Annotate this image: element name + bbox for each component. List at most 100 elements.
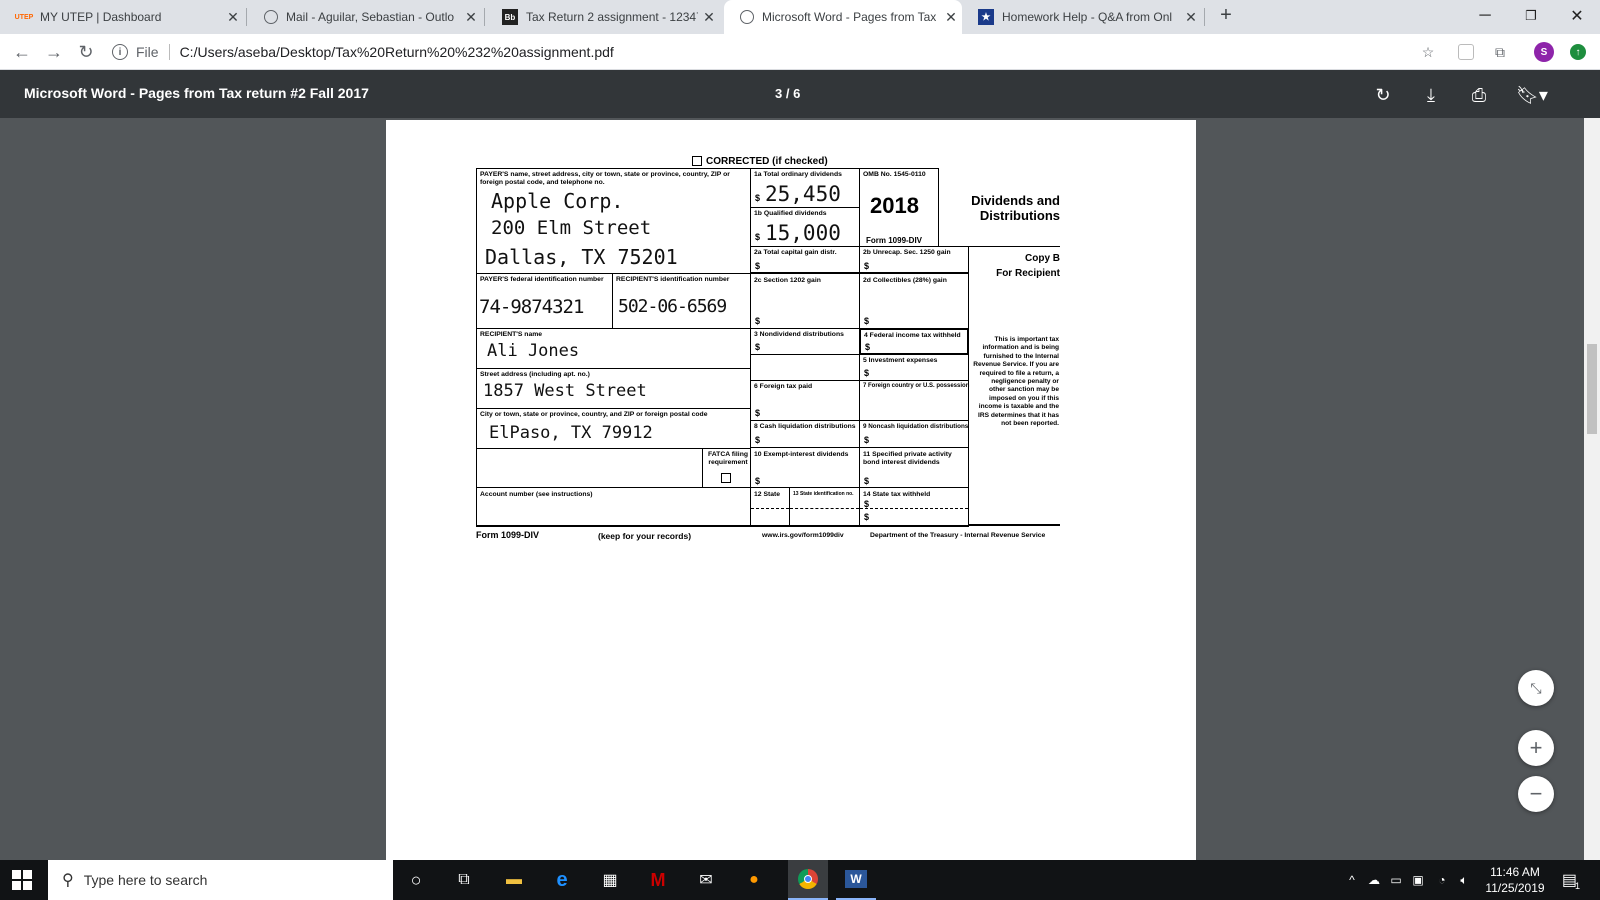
- dollar-sign: $: [755, 232, 761, 242]
- url-bar[interactable]: i File C:/Users/aseba/Desktop/Tax%20Retu…: [112, 39, 1422, 65]
- close-icon[interactable]: ✕: [698, 9, 720, 26]
- close-icon[interactable]: ✕: [460, 9, 482, 26]
- rotate-icon[interactable]: ↻: [1370, 82, 1396, 108]
- tab-title: Microsoft Word - Pages from Tax: [762, 10, 937, 24]
- cortana-icon[interactable]: ○: [404, 868, 428, 892]
- form-1099-div: CORRECTED (if checked) PAYER'S name, str…: [470, 156, 1070, 556]
- file-explorer-icon[interactable]: ▬: [502, 868, 526, 892]
- city-label: City or town, state or province, country…: [480, 411, 708, 418]
- scroll-thumb[interactable]: [1587, 344, 1597, 434]
- box-3: 3 Nondividend distributions $: [750, 328, 860, 355]
- dollar-sign: $: [755, 435, 761, 445]
- zoom-out-button[interactable]: −: [1518, 776, 1554, 812]
- box-1b-value: 15,000: [765, 221, 841, 245]
- new-tab-button[interactable]: +: [1214, 4, 1238, 30]
- account-label: Account number (see instructions): [480, 491, 593, 498]
- bookmark-menu-icon[interactable]: 🔖︎▾: [1512, 82, 1552, 108]
- close-icon[interactable]: ✕: [222, 9, 244, 26]
- chevron-up-icon[interactable]: ^: [1344, 860, 1360, 900]
- zoom-in-button[interactable]: +: [1518, 730, 1554, 766]
- tab-title: Mail - Aguilar, Sebastian - Outlo: [286, 10, 455, 24]
- display-icon[interactable]: ▣: [1408, 860, 1428, 900]
- tab-mail[interactable]: Mail - Aguilar, Sebastian - Outlo ✕: [248, 0, 482, 34]
- utep-logo-icon: UTEP: [14, 13, 34, 21]
- box-1b: 1b Qualified dividends $ 15,000: [750, 207, 860, 247]
- tab-tax-return-assignment[interactable]: Bb Tax Return 2 assignment - 12347 ✕: [486, 0, 720, 34]
- close-icon[interactable]: ✕: [940, 9, 962, 26]
- box-13-label: 13 State identification no.: [793, 491, 854, 497]
- box-2a-label: 2a Total capital gain distr.: [754, 249, 837, 256]
- clock-time: 11:46 AM: [1490, 865, 1540, 879]
- update-icon[interactable]: ↑: [1570, 44, 1586, 60]
- tab-utep-dashboard[interactable]: UTEP MY UTEP | Dashboard ✕: [0, 0, 244, 34]
- clock[interactable]: 11:46 AM 11/25/2019: [1480, 860, 1550, 900]
- globe-icon: [740, 10, 754, 24]
- minimize-button[interactable]: ─: [1462, 0, 1508, 32]
- box-1a: 1a Total ordinary dividends $ 25,450: [750, 168, 860, 208]
- recipient-name-label: RECIPIENT'S name: [480, 331, 543, 338]
- chrome-icon[interactable]: [788, 860, 828, 900]
- dollar-sign: $: [864, 476, 870, 486]
- mcafee-icon[interactable]: M: [646, 868, 670, 892]
- tab-title: Tax Return 2 assignment - 12347: [526, 10, 698, 24]
- box-4-label: 4 Federal income tax withheld: [864, 332, 961, 339]
- mail-icon[interactable]: ✉: [694, 868, 718, 892]
- box-2a: 2a Total capital gain distr. $: [750, 246, 860, 273]
- extension-icon[interactable]: [1458, 44, 1474, 60]
- tab-title: Homework Help - Q&A from Onl: [1002, 10, 1173, 24]
- download-icon[interactable]: ⤓: [1418, 82, 1444, 108]
- blackboard-icon: Bb: [502, 9, 518, 25]
- back-button[interactable]: ←: [10, 40, 34, 64]
- info-icon[interactable]: i: [112, 44, 128, 60]
- dollar-sign: $: [755, 342, 761, 352]
- onedrive-icon[interactable]: ☁: [1364, 860, 1384, 900]
- box-14-label: 14 State tax withheld: [863, 491, 931, 498]
- tax-year: 2018: [870, 193, 919, 218]
- dollar-sign: $: [755, 476, 761, 486]
- box-2b: 2b Unrecap. Sec. 1250 gain $: [859, 246, 969, 273]
- pdf-viewer[interactable]: CORRECTED (if checked) PAYER'S name, str…: [0, 118, 1600, 860]
- search-icon: ⚲: [62, 872, 74, 889]
- fit-page-button[interactable]: ⤡: [1518, 670, 1554, 706]
- tab-pdf-active[interactable]: Microsoft Word - Pages from Tax ✕: [724, 0, 962, 34]
- url-text[interactable]: C:/Users/aseba/Desktop/Tax%20Return%20%2…: [180, 44, 614, 60]
- fatca-box: FATCA filing requirement: [702, 448, 751, 488]
- wifi-icon[interactable]: ◔: [1432, 860, 1452, 900]
- tab-homework-help[interactable]: ★ Homework Help - Q&A from Onl ✕: [962, 0, 1202, 34]
- close-icon[interactable]: ✕: [1180, 9, 1202, 26]
- scrollbar[interactable]: [1584, 118, 1600, 860]
- payer-name: Apple Corp.: [491, 189, 624, 213]
- task-view-icon[interactable]: ⧉: [452, 868, 476, 892]
- city-box: City or town, state or province, country…: [476, 408, 751, 449]
- extension-puzzle-icon[interactable]: ⧉: [1490, 42, 1510, 62]
- fatca-checkbox[interactable]: [721, 473, 731, 483]
- print-icon[interactable]: ⎙: [1466, 82, 1492, 108]
- footer-url: www.irs.gov/form1099div: [762, 532, 844, 539]
- store-icon[interactable]: ▦: [598, 868, 622, 892]
- close-window-button[interactable]: ✕: [1554, 0, 1600, 32]
- windows-start-icon[interactable]: [12, 870, 32, 890]
- box-1a-label: 1a Total ordinary dividends: [754, 171, 842, 178]
- page-indicator: 3 / 6: [775, 86, 801, 101]
- word-icon[interactable]: W: [836, 860, 876, 900]
- restore-button[interactable]: ❐: [1508, 0, 1554, 32]
- clock-date: 11/25/2019: [1485, 881, 1545, 895]
- battery-icon[interactable]: ▭: [1386, 860, 1406, 900]
- box-7-label: 7 Foreign country or U.S. possession: [863, 383, 970, 389]
- file-label: File: [136, 44, 159, 60]
- corrected-checkbox[interactable]: [692, 156, 702, 167]
- profile-avatar[interactable]: S: [1534, 42, 1554, 62]
- edge-icon[interactable]: e: [550, 868, 574, 892]
- paint-icon[interactable]: ●: [742, 868, 766, 892]
- form-title: Dividends and Distributions: [971, 193, 1060, 223]
- reload-button[interactable]: ↻: [74, 40, 98, 64]
- box-4: 4 Federal income tax withheld $: [859, 328, 969, 355]
- taskbar-search[interactable]: ⚲ Type here to search: [48, 860, 393, 900]
- box-6-label: 6 Foreign tax paid: [754, 383, 813, 390]
- bookmark-star-icon[interactable]: ☆: [1418, 42, 1438, 62]
- corrected-label: CORRECTED (if checked): [706, 156, 828, 167]
- notification-center-icon[interactable]: ▤ 1: [1554, 860, 1590, 900]
- forward-button[interactable]: →: [42, 40, 66, 64]
- volume-icon[interactable]: 🔈︎: [1454, 860, 1474, 900]
- payer-box: PAYER'S name, street address, city or to…: [476, 168, 751, 274]
